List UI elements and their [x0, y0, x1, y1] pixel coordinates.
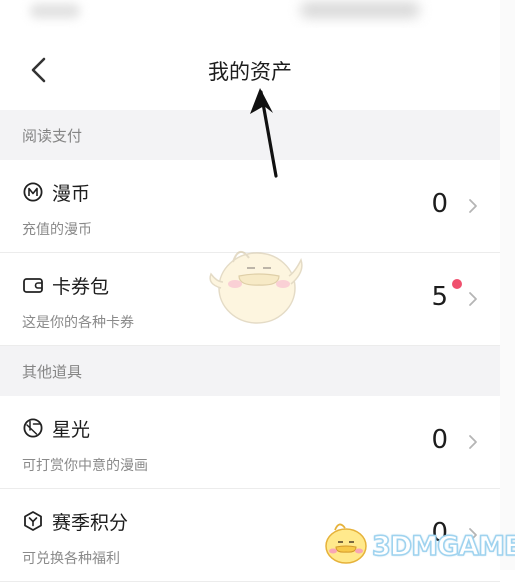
chevron-right-icon: [469, 292, 477, 306]
chevron-right-icon: [469, 435, 477, 449]
right-edge-strip: [500, 0, 515, 570]
annotation-arrow-icon: [250, 88, 278, 178]
season-points-icon: [24, 511, 42, 531]
asset-value: 0: [431, 189, 448, 219]
asset-value: 0: [431, 425, 448, 455]
chevron-right-icon: [469, 199, 477, 213]
m-coin-icon: [23, 182, 43, 202]
section-label: 阅读支付: [22, 127, 83, 145]
asset-subtitle: 这是你的各种卡券: [22, 315, 134, 331]
section-header-other-items: 其他道具: [0, 346, 500, 396]
card-wallet-icon: [23, 278, 43, 293]
asset-subtitle: 充值的漫币: [22, 222, 92, 238]
watermark-text: 3DMGAME: [371, 530, 515, 563]
asset-title: 卡券包: [52, 276, 110, 298]
status-bar-blurred-right: [300, 2, 420, 18]
section-label: 其他道具: [22, 363, 83, 381]
notification-badge: [452, 279, 462, 289]
asset-value: 5: [431, 282, 448, 312]
asset-subtitle: 可打赏你中意的漫画: [22, 458, 148, 474]
asset-title: 赛季积分: [52, 512, 129, 534]
mascot-watermark-icon: [209, 251, 303, 324]
starlight-icon: [23, 418, 43, 438]
asset-title: 星光: [52, 419, 91, 441]
asset-subtitle: 可兑换各种福利: [22, 551, 120, 567]
status-bar: [0, 0, 500, 28]
status-bar-blurred-left: [30, 4, 80, 18]
asset-row-starlight[interactable]: 星光 可打赏你中意的漫画 0: [0, 396, 500, 489]
3dmgame-logo-icon: [325, 523, 367, 564]
asset-title: 漫币: [52, 183, 91, 205]
